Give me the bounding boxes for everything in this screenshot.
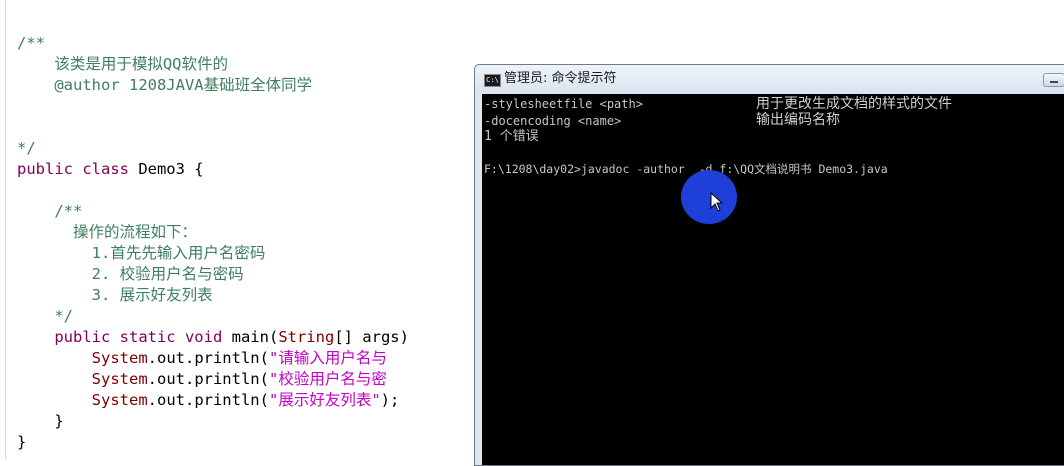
code-line-10: 3. 展示好友列表 [17,286,213,304]
console-icon: C:\ [484,74,501,87]
console-line: 输出编码名称 [756,112,840,128]
code-line-14: System.out.println("校验用户名与密 [17,369,387,390]
string-token: "请输入用户名与 [268,349,387,367]
class-token: String [278,328,335,346]
code-token: .out.println( [147,370,269,388]
code-token: ); [380,391,400,409]
code-token: .out.println( [147,391,269,409]
minimize-button[interactable] [1043,73,1064,87]
keyword: public class [17,160,129,178]
code-token: .out.println( [147,349,269,367]
code-token: main( [222,328,279,346]
code-line-1: /** [17,34,45,52]
code-token: Demo3 { [128,160,204,178]
code-line-3: @author 1208JAVA基础班全体同学 [17,76,313,94]
command-prompt-window[interactable]: C:\ 管理员: 命令提示符 -stylesheetfile <path> 用于… [474,64,1064,466]
class-token: System [17,370,148,388]
console-line: 1 个错误 [484,129,539,144]
console-command-line: F:\1208\day02>javadoc -author -d f:\QQ文档… [484,162,888,176]
string-token: "校验用户名与密 [268,370,387,388]
console-title: 管理员: 命令提示符 [504,71,617,86]
code-line-16: } [17,412,64,430]
console-line: -docencoding <name> [484,114,622,128]
code-line-9: 2. 校验用户名与密码 [17,265,244,283]
code-line-6: /** [17,202,83,220]
console-line: -stylesheetfile <path> [484,97,643,111]
cursor-highlight [681,170,737,224]
code-line-5: public class Demo3 { [17,159,204,180]
code-line-17: } [17,433,27,451]
console-output[interactable]: -stylesheetfile <path> 用于更改生成文档的样式的文件 -d… [482,94,1064,465]
code-line-8: 1.首先先输入用户名密码 [17,244,266,262]
keyword: public static void [17,328,223,346]
class-token: System [17,391,148,409]
code-line-7: 操作的流程如下： [17,223,197,241]
class-token: System [17,349,148,367]
code-line-15: System.out.println("展示好友列表"); [17,390,400,411]
code-line-12: public static void main(String[] args) [17,327,409,348]
mouse-pointer-icon [710,192,724,212]
code-token: [] args) [334,328,409,346]
string-token: "展示好友列表" [268,391,381,409]
code-line-4: */ [17,139,36,157]
console-titlebar[interactable]: C:\ 管理员: 命令提示符 [475,65,1064,93]
code-line-13: System.out.println("请输入用户名与 [17,348,387,369]
console-line: 用于更改生成文档的样式的文件 [756,96,952,112]
code-line-2: 该类是用于模拟QQ软件的 [17,55,228,73]
editor-gutter [0,0,6,459]
code-line-11: */ [17,307,73,325]
